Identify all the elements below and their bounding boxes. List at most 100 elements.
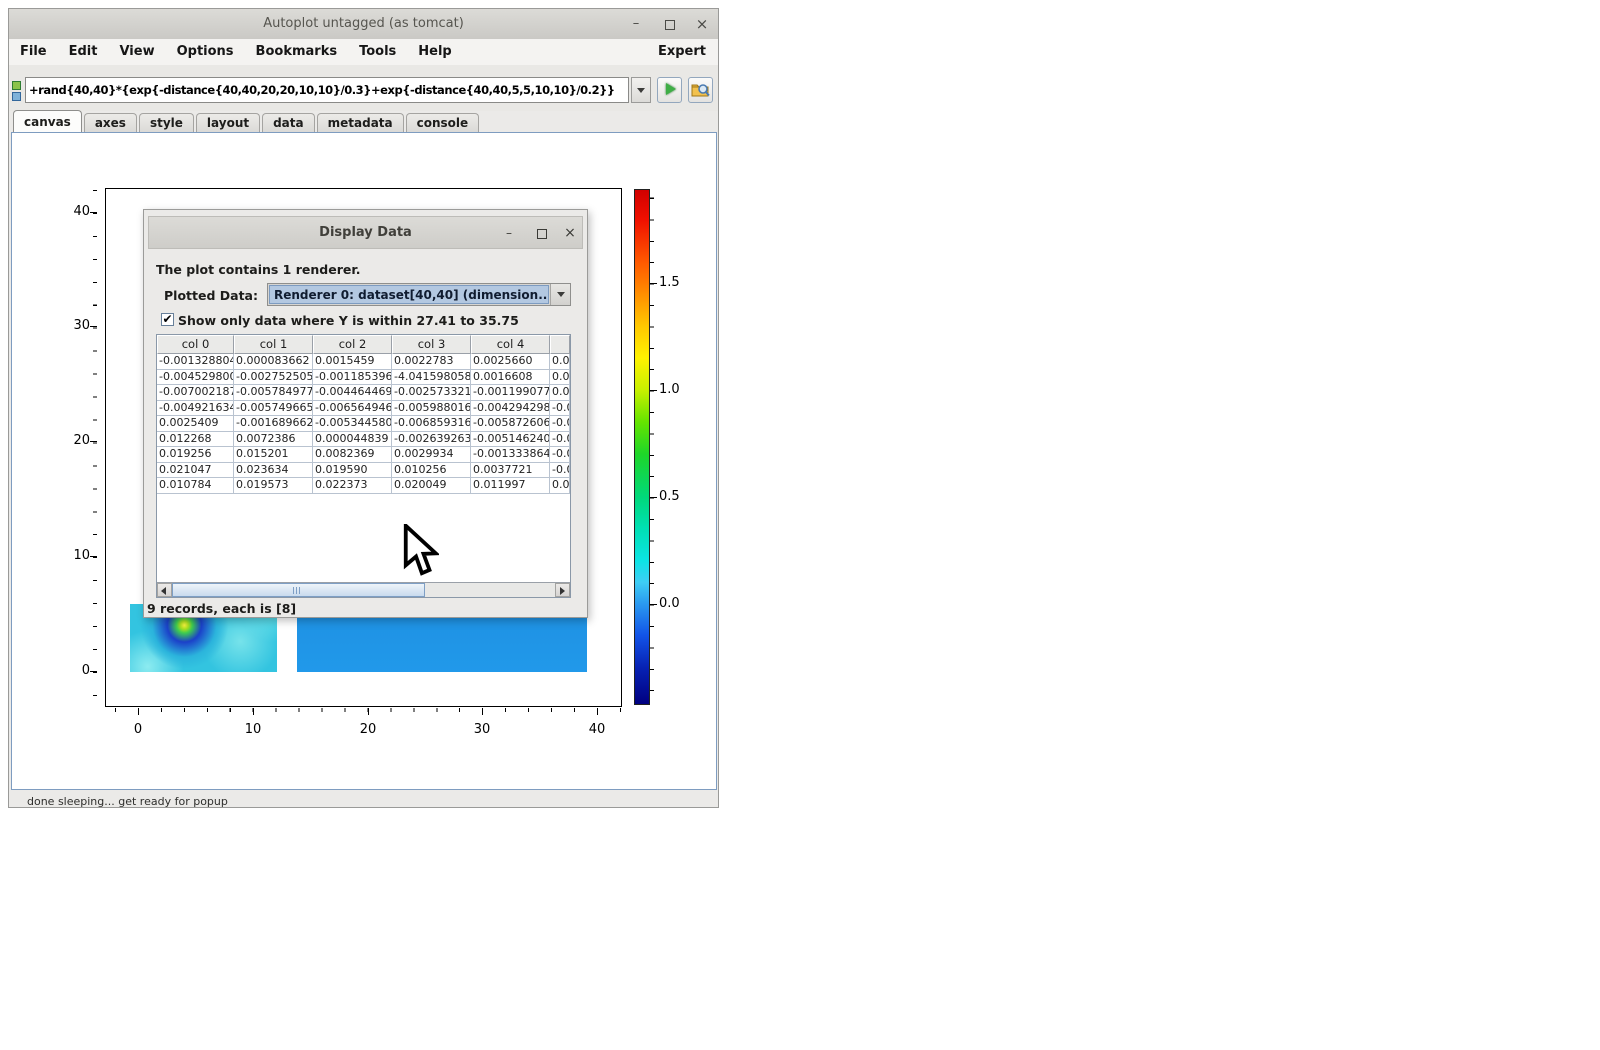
table-cell[interactable]: 0.023634 (234, 463, 313, 479)
table-cell[interactable]: -0.007002187... (157, 385, 234, 401)
table-cell[interactable]: -0.005872606... (471, 416, 550, 432)
table-cell[interactable]: 0.000044839 (313, 432, 392, 448)
table-cell[interactable]: -0.004921634... (157, 401, 234, 417)
table-cell[interactable]: 0.0025409 (157, 416, 234, 432)
maximize-icon[interactable] (662, 17, 678, 32)
minimize-icon[interactable]: – (628, 17, 644, 32)
table-row[interactable]: 0.0210470.0236340.0195900.0102560.003772… (157, 463, 570, 479)
table-row[interactable]: 0.0025409-0.001689662...-0.005344580...-… (157, 416, 570, 432)
table-cell[interactable]: 0.0029934 (392, 447, 471, 463)
table-cell[interactable]: -0.004529800... (157, 370, 234, 386)
table-cell[interactable]: 0.019573 (234, 478, 313, 494)
column-header[interactable]: col 4 (471, 335, 550, 354)
table-cell[interactable]: 0.0015459 (313, 354, 392, 370)
horizontal-scrollbar[interactable] (157, 582, 570, 597)
table-cell[interactable]: 0.012268 (157, 432, 234, 448)
inspect-uri-button[interactable] (688, 77, 713, 103)
table-cell[interactable]: -0.004464469... (313, 385, 392, 401)
tab-layout[interactable]: layout (196, 113, 260, 133)
table-cell[interactable]: -0.0 (550, 463, 570, 479)
tab-style[interactable]: style (139, 113, 194, 133)
table-cell[interactable]: -0.0 (550, 447, 570, 463)
tab-data[interactable]: data (262, 113, 315, 133)
table-cell[interactable]: -0.005784977... (234, 385, 313, 401)
table-cell[interactable]: -0.002639263... (392, 432, 471, 448)
table-cell[interactable]: 0.0022783 (392, 354, 471, 370)
table-cell[interactable]: -0.0 (550, 401, 570, 417)
menu-options[interactable]: Options (166, 39, 245, 65)
table-cell[interactable]: 0.00 (550, 370, 570, 386)
table-cell[interactable]: -0.001185396... (313, 370, 392, 386)
table-cell[interactable]: -0.005146240... (471, 432, 550, 448)
dialog-close-icon[interactable]: × (562, 226, 578, 241)
table-cell[interactable]: 0.00 (550, 385, 570, 401)
table-cell[interactable]: 0.0016608 (471, 370, 550, 386)
table-row[interactable]: 0.0107840.0195730.0223730.0200490.011997… (157, 478, 570, 494)
table-cell[interactable]: -0.002752505... (234, 370, 313, 386)
table-row[interactable]: -0.004529800...-0.002752505...-0.0011853… (157, 370, 570, 386)
table-cell[interactable]: 0.019256 (157, 447, 234, 463)
dialog-titlebar[interactable]: Display Data – × (148, 216, 583, 249)
table-row[interactable]: 0.0192560.0152010.00823690.0029934-0.001… (157, 447, 570, 463)
plot-go-button[interactable] (657, 77, 682, 103)
table-cell[interactable]: -0.001328804... (157, 354, 234, 370)
table-cell[interactable]: 0.0082369 (313, 447, 392, 463)
table-cell[interactable]: -0.005988016... (392, 401, 471, 417)
table-row[interactable]: -0.001328804...0.0000836620.00154590.002… (157, 354, 570, 370)
uri-input[interactable]: +rand{40,40}*{exp{-distance{40,40,20,20,… (25, 77, 629, 103)
plotted-data-select[interactable]: Renderer 0: dataset[40,40] (dimension... (267, 283, 571, 306)
table-cell[interactable]: -0.005344580... (313, 416, 392, 432)
table-cell[interactable]: -0.0 (550, 432, 570, 448)
table-cell[interactable]: 0.000083662 (234, 354, 313, 370)
column-header[interactable]: col 1 (234, 335, 313, 354)
table-cell[interactable]: 0.010256 (392, 463, 471, 479)
tab-console[interactable]: console (406, 113, 480, 133)
table-cell[interactable]: 0.0037721 (471, 463, 550, 479)
tab-axes[interactable]: axes (84, 113, 137, 133)
column-header[interactable]: col 3 (392, 335, 471, 354)
table-cell[interactable]: -0.001333864... (471, 447, 550, 463)
table-cell[interactable]: 0.0072386 (234, 432, 313, 448)
scroll-left-button[interactable] (157, 583, 172, 597)
dialog-maximize-icon[interactable] (534, 226, 550, 241)
close-icon[interactable]: × (694, 17, 710, 32)
filter-checkbox[interactable]: ✔ (161, 313, 174, 326)
menu-expert[interactable]: Expert (647, 39, 718, 65)
table-cell[interactable]: 0.020049 (392, 478, 471, 494)
table-cell[interactable]: 0.010784 (157, 478, 234, 494)
menu-edit[interactable]: Edit (58, 39, 109, 65)
dialog-minimize-icon[interactable]: – (501, 226, 517, 241)
column-header[interactable]: col 0 (157, 335, 234, 354)
table-row[interactable]: -0.004921634...-0.005749665...-0.0065649… (157, 401, 570, 417)
table-cell[interactable]: -0.002573321... (392, 385, 471, 401)
table-cell[interactable]: -0.001199077... (471, 385, 550, 401)
table-cell[interactable]: 0.022373 (313, 478, 392, 494)
table-cell[interactable]: -0.001689662... (234, 416, 313, 432)
table-cell[interactable]: 0.00 (550, 354, 570, 370)
table-cell[interactable]: -4.041598058... (392, 370, 471, 386)
table-cell[interactable]: -0.004294298... (471, 401, 550, 417)
table-cell[interactable]: 0.00 (550, 478, 570, 494)
table-cell[interactable]: 0.015201 (234, 447, 313, 463)
table-cell[interactable]: -0.006859316... (392, 416, 471, 432)
menu-file[interactable]: File (9, 39, 58, 65)
menu-view[interactable]: View (108, 39, 165, 65)
table-row[interactable]: -0.007002187...-0.005784977...-0.0044644… (157, 385, 570, 401)
menu-bookmarks[interactable]: Bookmarks (245, 39, 349, 65)
table-cell[interactable]: -0.0 (550, 416, 570, 432)
menu-tools[interactable]: Tools (348, 39, 407, 65)
scroll-right-button[interactable] (555, 583, 570, 597)
combo-arrow-button[interactable] (550, 284, 570, 305)
tab-canvas[interactable]: canvas (13, 110, 82, 133)
uri-dropdown-button[interactable] (631, 77, 651, 103)
table-cell[interactable]: 0.019590 (313, 463, 392, 479)
scrollbar-thumb[interactable] (172, 583, 425, 597)
table-cell[interactable]: -0.006564946... (313, 401, 392, 417)
window-titlebar[interactable]: Autoplot untagged (as tomcat) – × (9, 9, 718, 40)
menu-help[interactable]: Help (407, 39, 462, 65)
column-header[interactable] (550, 335, 570, 354)
table-cell[interactable]: 0.0025660 (471, 354, 550, 370)
table-cell[interactable]: -0.005749665... (234, 401, 313, 417)
table-row[interactable]: 0.0122680.00723860.000044839-0.002639263… (157, 432, 570, 448)
table-cell[interactable]: 0.021047 (157, 463, 234, 479)
